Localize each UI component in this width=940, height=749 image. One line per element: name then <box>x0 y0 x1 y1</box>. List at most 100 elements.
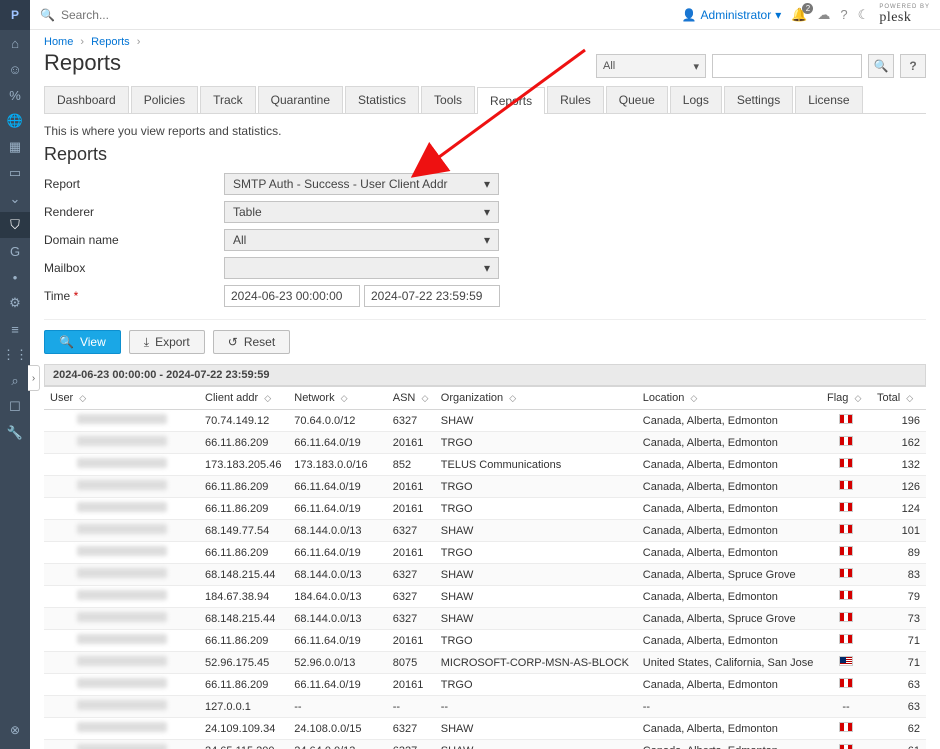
cell-network: 52.96.0.0/13 <box>288 652 387 674</box>
notifications-icon[interactable]: 🔔2 <box>791 7 807 23</box>
cell-client: 127.0.0.1 <box>199 696 288 718</box>
nav-home-icon[interactable]: ⌂ <box>0 30 30 56</box>
tab-settings[interactable]: Settings <box>724 86 793 113</box>
input-time-to[interactable] <box>364 285 500 307</box>
flag-icon <box>839 744 853 749</box>
search-input[interactable] <box>61 8 241 22</box>
cell-location: Canada, Alberta, Edmonton <box>637 630 821 652</box>
cell-asn: 20161 <box>387 630 435 652</box>
help-icon[interactable]: ? <box>840 7 847 22</box>
tab-tools[interactable]: Tools <box>421 86 475 113</box>
cell-location: Canada, Alberta, Edmonton <box>637 586 821 608</box>
theme-icon[interactable]: ☾ <box>858 7 870 23</box>
tab-reports[interactable]: Reports <box>477 87 545 114</box>
col-asn[interactable]: ASN ◇ <box>387 387 435 410</box>
view-button[interactable]: 🔍View <box>44 330 121 354</box>
cell-network: -- <box>288 696 387 718</box>
tab-queue[interactable]: Queue <box>606 86 668 113</box>
cell-client: 66.11.86.209 <box>199 674 288 696</box>
reset-button[interactable]: ↺Reset <box>213 330 290 354</box>
cell-total: 73 <box>871 608 926 630</box>
admin-menu[interactable]: 👤 Administrator ▾ <box>682 8 782 22</box>
flag-icon <box>839 414 853 424</box>
flag-icon <box>839 502 853 512</box>
nav-box-icon[interactable]: ☐ <box>0 394 30 420</box>
cell-asn: 20161 <box>387 476 435 498</box>
nav-wrench-icon[interactable]: 🔧 <box>0 420 30 446</box>
col-total[interactable]: Total ◇ <box>871 387 926 410</box>
col-location[interactable]: Location ◇ <box>637 387 821 410</box>
cell-asn: 852 <box>387 454 435 476</box>
sidebar-collapse-icon[interactable]: ⊗ <box>0 717 30 743</box>
cell-org: SHAW <box>435 608 637 630</box>
col-organization[interactable]: Organization ◇ <box>435 387 637 410</box>
tab-policies[interactable]: Policies <box>131 86 198 113</box>
cell-client: 66.11.86.209 <box>199 542 288 564</box>
table-row: 66.11.86.20966.11.64.0/1920161TRGOCanada… <box>44 476 926 498</box>
nav-user-icon[interactable]: ☺ <box>0 56 30 82</box>
chevron-down-icon: ▾ <box>484 233 490 247</box>
tab-dashboard[interactable]: Dashboard <box>44 86 129 113</box>
plesk-brand-icon[interactable]: P <box>0 0 30 30</box>
table-row: 68.149.77.5468.144.0.0/136327SHAWCanada,… <box>44 520 926 542</box>
flag-icon <box>839 722 853 732</box>
cell-org: SHAW <box>435 586 637 608</box>
tab-statistics[interactable]: Statistics <box>345 86 419 113</box>
range-caption: 2024-06-23 00:00:00 - 2024-07-22 23:59:5… <box>44 364 926 386</box>
nav-shield-icon[interactable]: ⛉ <box>0 212 30 238</box>
cell-org: SHAW <box>435 718 637 740</box>
scope-search-button[interactable]: 🔍 <box>868 54 894 78</box>
flag-icon <box>839 568 853 578</box>
nav-percent-icon[interactable]: % <box>0 82 30 108</box>
col-client-addr[interactable]: Client addr ◇ <box>199 387 288 410</box>
global-search[interactable]: 🔍 <box>40 8 241 22</box>
select-report[interactable]: SMTP Auth - Success - User Client Addr▾ <box>224 173 499 195</box>
cell-location: Canada, Alberta, Edmonton <box>637 740 821 749</box>
tab-track[interactable]: Track <box>200 86 256 113</box>
tab-rules[interactable]: Rules <box>547 86 604 113</box>
nav-search-db-icon[interactable]: ⌕ <box>0 368 30 394</box>
cell-org: MICROSOFT-CORP-MSN-AS-BLOCK <box>435 652 637 674</box>
input-time-from[interactable] <box>224 285 360 307</box>
select-renderer[interactable]: Table▾ <box>224 201 499 223</box>
col-network[interactable]: Network ◇ <box>288 387 387 410</box>
tab-logs[interactable]: Logs <box>670 86 722 113</box>
cell-network: 68.144.0.0/13 <box>288 564 387 586</box>
table-row: 127.0.0.1----------63 <box>44 696 926 718</box>
user-redacted <box>77 568 167 578</box>
tab-quarantine[interactable]: Quarantine <box>258 86 343 113</box>
crumb-home[interactable]: Home <box>44 36 73 48</box>
scope-help-button[interactable]: ? <box>900 54 926 78</box>
user-redacted <box>77 414 167 424</box>
select-mailbox[interactable]: ▾ <box>224 257 499 279</box>
nav-g-icon[interactable]: G <box>0 238 30 264</box>
nav-book-icon[interactable]: ▭ <box>0 160 30 186</box>
cell-asn: 20161 <box>387 432 435 454</box>
cell-client: 52.96.175.45 <box>199 652 288 674</box>
select-domain[interactable]: All▾ <box>224 229 499 251</box>
nav-globe-icon[interactable]: 🌐 <box>0 108 30 134</box>
tab-license[interactable]: License <box>795 86 862 113</box>
export-button[interactable]: ⤓Export <box>129 330 205 354</box>
nav-caret-icon[interactable]: ⌄ <box>0 186 30 212</box>
cell-org: SHAW <box>435 520 637 542</box>
search-icon: 🔍 <box>59 335 74 349</box>
crumb-reports[interactable]: Reports <box>91 36 130 48</box>
col-user[interactable]: User ◇ <box>44 387 199 410</box>
nav-dot-icon[interactable]: • <box>0 264 30 290</box>
nav-sliders-icon[interactable]: ≡ <box>0 316 30 342</box>
nav-apps-icon[interactable]: ▦ <box>0 134 30 160</box>
cell-org: TRGO <box>435 476 637 498</box>
user-redacted <box>77 524 167 534</box>
cell-location: Canada, Alberta, Edmonton <box>637 674 821 696</box>
scope-search-input[interactable] <box>712 54 862 78</box>
cloud-icon[interactable]: ☁ <box>817 7 830 23</box>
nav-gear-icon[interactable]: ⚙ <box>0 290 30 316</box>
table-row: 66.11.86.20966.11.64.0/1920161TRGOCanada… <box>44 542 926 564</box>
user-redacted <box>77 612 167 622</box>
select-report-value: SMTP Auth - Success - User Client Addr <box>233 177 448 191</box>
col-flag[interactable]: Flag ◇ <box>821 387 871 410</box>
cell-asn: 6327 <box>387 586 435 608</box>
scope-select[interactable]: All ▾ <box>596 54 706 78</box>
nav-code-icon[interactable]: ⋮⋮ <box>0 342 30 368</box>
